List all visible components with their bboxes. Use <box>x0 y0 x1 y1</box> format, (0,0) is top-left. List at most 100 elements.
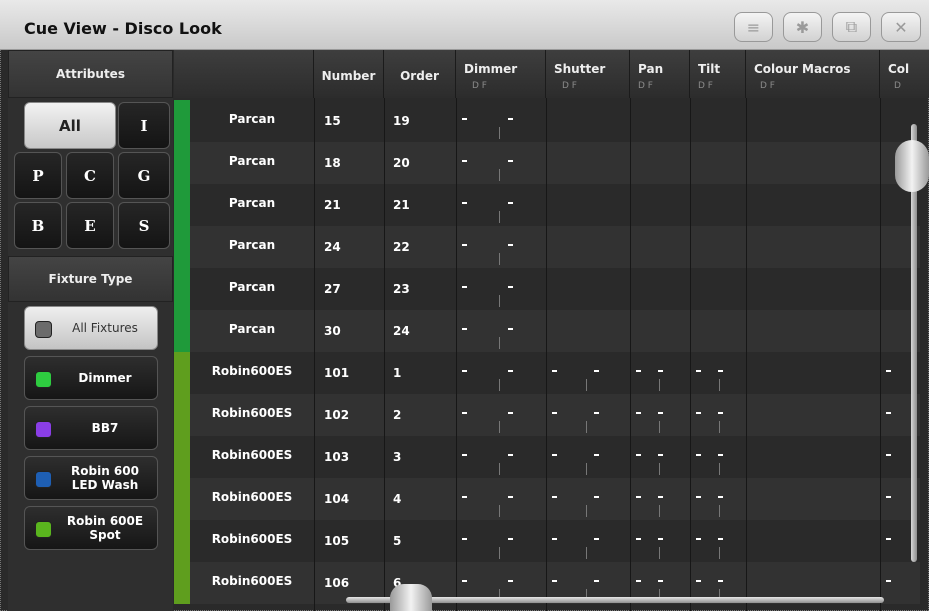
menu-button[interactable]: ≡ <box>734 12 773 42</box>
fixture-color-strip <box>174 142 190 184</box>
column-divider <box>456 98 457 611</box>
empty-value-dash <box>462 412 467 414</box>
fixture-type-all-fixtures[interactable]: All Fixtures <box>24 306 158 350</box>
empty-value-dash <box>594 496 599 498</box>
column-header-name[interactable] <box>174 50 314 98</box>
horizontal-scroll-thumb[interactable] <box>390 584 432 611</box>
column-header-pan[interactable]: Pan D F <box>630 50 690 98</box>
column-header-sub: D F <box>638 81 653 91</box>
attribute-i-button[interactable]: I <box>118 102 170 149</box>
fixture-order-cell: 20 <box>393 156 410 170</box>
empty-value-dash <box>718 412 723 414</box>
fade-tick <box>719 421 720 433</box>
attribute-g-button[interactable]: G <box>118 152 170 199</box>
attributes-header: Attributes <box>8 50 173 98</box>
column-header-tilt[interactable]: Tilt D F <box>690 50 746 98</box>
sidebar: Attributes All I P C G B E S Fixture Typ… <box>8 50 173 611</box>
attribute-e-button[interactable]: E <box>66 202 114 249</box>
fade-tick <box>499 253 500 265</box>
fixture-order-cell: 4 <box>393 492 402 506</box>
empty-value-dash <box>886 370 891 372</box>
empty-value-dash <box>508 118 513 120</box>
fade-tick <box>586 463 587 475</box>
empty-value-dash <box>508 160 513 162</box>
table-row[interactable]: Parcan 21 21 <box>174 184 920 226</box>
empty-value-dash <box>886 580 891 582</box>
table-row[interactable]: Parcan 18 20 <box>174 142 920 184</box>
table-row[interactable]: Robin600ES 104 4 <box>174 478 920 520</box>
empty-value-dash <box>508 286 513 288</box>
table-row[interactable]: Parcan 30 24 <box>174 310 920 352</box>
fixture-color-strip <box>174 352 190 394</box>
empty-value-dash <box>636 412 641 414</box>
table-row[interactable]: Robin600ES 101 1 <box>174 352 920 394</box>
attribute-s-button[interactable]: S <box>118 202 170 249</box>
empty-value-dash <box>886 496 891 498</box>
empty-value-dash <box>594 454 599 456</box>
attribute-c-button[interactable]: C <box>66 152 114 199</box>
vertical-scroll-thumb[interactable] <box>895 140 929 192</box>
fixture-color-strip <box>174 310 190 352</box>
empty-value-dash <box>462 202 467 204</box>
robin-600e-spot-swatch <box>35 521 52 538</box>
column-header-order[interactable]: Order <box>384 50 456 98</box>
fade-tick <box>586 421 587 433</box>
fade-tick <box>499 421 500 433</box>
fixture-type-dimmer[interactable]: Dimmer <box>24 356 158 400</box>
fade-tick <box>719 505 720 517</box>
empty-value-dash <box>462 580 467 582</box>
table-row[interactable]: Robin600ES 102 2 <box>174 394 920 436</box>
column-header-shutter[interactable]: Shutter D F <box>546 50 630 98</box>
fade-tick <box>499 169 500 181</box>
attribute-b-button[interactable]: B <box>14 202 62 249</box>
fade-tick <box>586 547 587 559</box>
fade-tick <box>499 547 500 559</box>
column-divider <box>546 98 547 611</box>
fixture-name-cell: Parcan <box>228 112 276 126</box>
fixture-type-bb7[interactable]: BB7 <box>24 406 158 450</box>
column-header-number[interactable]: Number <box>314 50 384 98</box>
fixture-number-cell: 102 <box>324 408 350 422</box>
fade-tick <box>659 463 660 475</box>
attribute-p-button[interactable]: P <box>14 152 62 199</box>
fixture-type-label: Dimmer <box>78 371 132 385</box>
fixture-number-cell: 15 <box>324 114 341 128</box>
column-divider <box>314 98 315 611</box>
column-header-label: Pan <box>638 62 664 76</box>
empty-value-dash <box>508 202 513 204</box>
column-divider <box>880 98 881 611</box>
attribute-all-button[interactable]: All <box>24 102 116 149</box>
close-button[interactable]: ✕ <box>881 12 921 42</box>
table-row[interactable]: Robin600ES 105 5 <box>174 520 920 562</box>
detach-button[interactable]: ⧉ <box>832 12 871 42</box>
fixture-number-cell: 101 <box>324 366 350 380</box>
empty-value-dash <box>658 496 663 498</box>
table-row[interactable]: Parcan 27 23 <box>174 268 920 310</box>
empty-value-dash <box>658 538 663 540</box>
fixture-order-cell: 23 <box>393 282 410 296</box>
empty-value-dash <box>718 580 723 582</box>
bb7-swatch <box>35 421 52 438</box>
empty-value-dash <box>594 412 599 414</box>
table-row[interactable]: Parcan 24 22 <box>174 226 920 268</box>
menu-icon: ≡ <box>746 17 761 37</box>
column-header-dimmer[interactable]: Dimmer D F <box>456 50 546 98</box>
fixture-type-robin-600e-spot[interactable]: Robin 600E Spot <box>24 506 158 550</box>
empty-value-dash <box>636 538 641 540</box>
empty-value-dash <box>462 118 467 120</box>
column-header-colour[interactable]: Col D <box>880 50 929 98</box>
table-row[interactable]: Parcan 15 19 <box>174 100 920 142</box>
table-row[interactable]: Robin600ES 103 3 <box>174 436 920 478</box>
empty-value-dash <box>462 538 467 540</box>
empty-value-dash <box>552 496 557 498</box>
fixture-order-cell: 5 <box>393 534 402 548</box>
settings-button[interactable]: ✱ <box>783 12 822 42</box>
empty-value-dash <box>462 370 467 372</box>
fixture-color-strip <box>174 478 190 520</box>
fixture-order-cell: 1 <box>393 366 402 380</box>
column-header-colour-macros[interactable]: Colour Macros D F <box>746 50 880 98</box>
fade-tick <box>499 211 500 223</box>
fixture-number-cell: 24 <box>324 240 341 254</box>
column-header-sub: D F <box>760 81 775 91</box>
fixture-type-robin-600-led-wash[interactable]: Robin 600 LED Wash <box>24 456 158 500</box>
